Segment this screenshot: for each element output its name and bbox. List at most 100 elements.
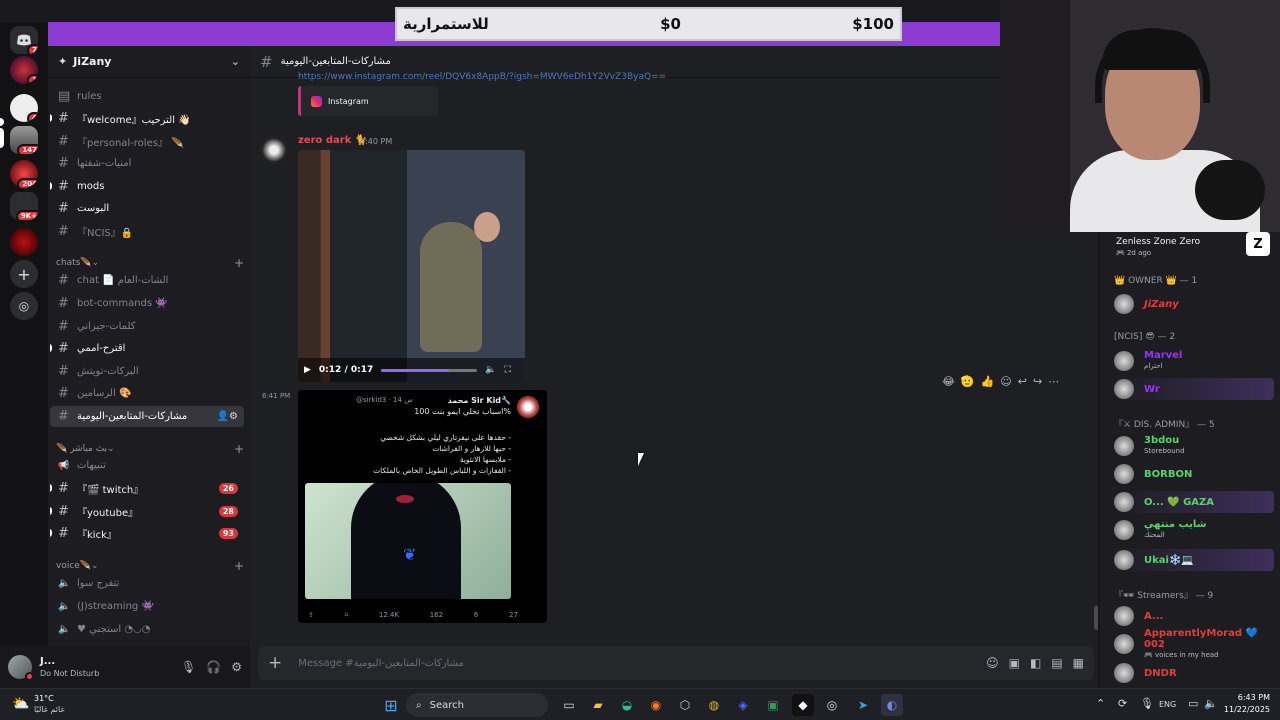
member-item[interactable]: ApparentlyMorad 💙 002 🎮 voices in my head [1114,628,1274,659]
server-icon-2[interactable]: 4 [10,94,38,122]
more-options-icon[interactable]: ⋯ [1048,375,1059,388]
reaction-laugh[interactable]: 😂 [942,375,955,388]
category-header[interactable]: 🪶 بث مباشر ⌄ + [56,442,244,456]
member-item[interactable]: BORBON [1114,463,1274,485]
volume-icon[interactable]: 🔈 [485,365,496,375]
member-item[interactable]: 3bdou Storebound [1114,435,1274,457]
message-link[interactable]: https://www.instagram.com/reel/DQV6x8App… [298,72,718,82]
firefox-icon[interactable]: ◉ [645,694,667,716]
clock-date[interactable]: 11/22/2025 [1218,705,1270,714]
message-avatar[interactable] [260,136,288,164]
capcut-icon[interactable]: ◆ [792,694,814,716]
discord-home-icon[interactable]: 7 [10,26,38,54]
channel-item[interactable]: ▤ rules [50,86,244,107]
volume-tray-icon[interactable]: 🔈 [1204,697,1218,710]
member-item[interactable]: Wr [1114,378,1274,400]
discover-icon[interactable]: ◎ [10,292,38,320]
channel-item[interactable]: # chat 📄 الشات-العام [50,270,244,291]
channel-item[interactable]: # البوست [50,198,244,219]
sticker-icon[interactable]: ◧ [1030,656,1041,670]
voice-channel-item[interactable]: 🔈 (J)streaming 👾 [50,596,244,617]
server-icon-3[interactable]: 204 [10,160,38,188]
avatar[interactable] [8,655,34,681]
video-progress-track[interactable] [381,368,478,372]
tray-mic-icon[interactable]: 🎙 [1140,697,1154,710]
gift-icon[interactable]: ☺ [986,656,999,670]
play-icon[interactable]: ▶ [304,365,311,375]
add-server-icon[interactable]: + [10,260,38,288]
add-channel-icon[interactable]: + [234,559,244,573]
channel-item[interactable]: # 『welcome』الترحيب 👋🏻 [50,108,244,129]
video-player[interactable]: ▶ 0:12 / 0:17 🔈 ⛶ [298,150,525,382]
member-item[interactable]: DNDR [1114,662,1274,684]
app-icon-2[interactable]: ◈ [732,694,754,716]
channel-item[interactable]: # البركات-تويتش [50,361,244,382]
member-item[interactable]: شايب منتهي المحنك [1114,519,1274,541]
microphone-icon[interactable]: 🎙 [181,660,196,674]
user-info[interactable]: J... Do Not Disturb [40,655,99,680]
channel-item[interactable]: # 『kick』 93 [50,523,244,544]
add-channel-icon[interactable]: + [234,256,244,270]
channel-item[interactable]: # 『NCIS』🔒 [50,221,244,242]
server-icon-jizany[interactable]: 147 [10,126,38,154]
member-item[interactable]: Marvel احترام [1114,350,1274,372]
taskbar-search[interactable]: ⌕ Search [406,693,548,717]
emoji-icon[interactable]: ▤ [1051,656,1062,670]
channel-item[interactable]: # مشاركات-المتابعين-اليومية 👤⚙ [50,406,244,427]
tray-chevron-icon[interactable]: ⌃ [1096,697,1105,710]
tray-apps-icon[interactable]: ⟳ [1118,697,1127,710]
message-input[interactable]: Message #مشاركات-المتابعين-اليومية [298,658,464,669]
add-attachment-icon[interactable]: + [268,653,282,673]
channel-settings-icon[interactable]: 👤⚙ [217,411,238,422]
language-indicator[interactable]: ENG [1159,700,1176,709]
member-item[interactable]: JiZany [1114,293,1274,315]
category-header[interactable]: chats🪶 ⌄ + [56,256,244,270]
add-reaction-icon[interactable]: ☺ [1000,375,1011,388]
server-header[interactable]: ✦ JiZany ⌄ [48,46,250,78]
server-icon-1[interactable]: 1 [10,56,38,84]
channel-item[interactable]: # mods [50,176,244,197]
windows-start-icon[interactable]: ⊞ [380,694,402,716]
file-explorer-icon[interactable]: ▰ [587,694,609,716]
weather-icon[interactable]: ⛅ [12,696,29,712]
telegram-icon[interactable]: ➤ [852,694,874,716]
app-icon[interactable]: ⬡ [674,694,696,716]
channel-item[interactable]: # 『personal-roles』 🪶 [50,131,244,152]
channel-item[interactable]: # كلمات-جيزاني [50,316,244,337]
fullscreen-icon[interactable]: ⛶ [504,365,510,375]
channel-item[interactable]: # امنيات-شفتها [50,153,244,174]
channel-item[interactable]: # bot-commands 👾 [50,293,244,314]
channel-item[interactable]: # 『🎬 twitch』 26 [50,478,244,499]
server-folder-icon[interactable]: 9K+ [10,192,38,220]
channel-item[interactable]: 📢 تنبيهات [50,455,244,476]
server-icon-4[interactable] [10,228,38,256]
chrome-icon[interactable]: ◍ [703,694,725,716]
category-header[interactable]: voice🪶 ⌄ + [56,559,244,573]
reaction-thumbs-up[interactable]: 👍 [981,375,995,388]
channel-item[interactable]: # الرسامين 🎨 [50,383,244,404]
gear-icon[interactable]: ⚙ [231,660,242,674]
network-icon[interactable]: ▭ [1188,697,1198,710]
edge-icon[interactable]: ◒ [616,694,638,716]
discord-taskbar-icon[interactable]: ◐ [881,694,903,716]
voice-channel-item[interactable]: 🔈 ♥ استجني ◔◡◔ [50,619,244,640]
excel-icon[interactable]: ▣ [762,694,784,716]
member-item[interactable]: O... 💚 GAZA [1114,491,1274,513]
add-channel-icon[interactable]: + [234,442,244,456]
channel-item[interactable]: # 『youtube』 28 [50,501,244,522]
obs-icon[interactable]: ◎ [821,694,843,716]
gif-icon[interactable]: ▣ [1009,656,1020,670]
message-composer[interactable]: + Message #مشاركات-المتابعين-اليومية ☺ ▣… [258,646,1094,680]
reaction-salute[interactable]: 🫡 [961,375,975,388]
member-item[interactable]: Ukai❄️💻 [1114,549,1274,571]
member-item[interactable]: A... [1114,605,1274,627]
forward-icon[interactable]: ↪ [1033,375,1042,388]
tweet-image[interactable]: محمد Sir Kid🔧 @sirkid3 · 14 س اسباب تخلي… [298,390,547,623]
task-view-icon[interactable]: ▭ [558,694,580,716]
clock-time[interactable]: 6:43 PM [1230,693,1270,702]
voice-channel-item[interactable]: 🔈 تتفرج سوا [50,573,244,594]
channel-item[interactable]: # اقترح-اممي [50,338,244,359]
reply-icon[interactable]: ↩ [1018,375,1027,388]
apps-icon[interactable]: ▦ [1073,656,1084,670]
headphones-icon[interactable]: 🎧 [206,660,221,674]
